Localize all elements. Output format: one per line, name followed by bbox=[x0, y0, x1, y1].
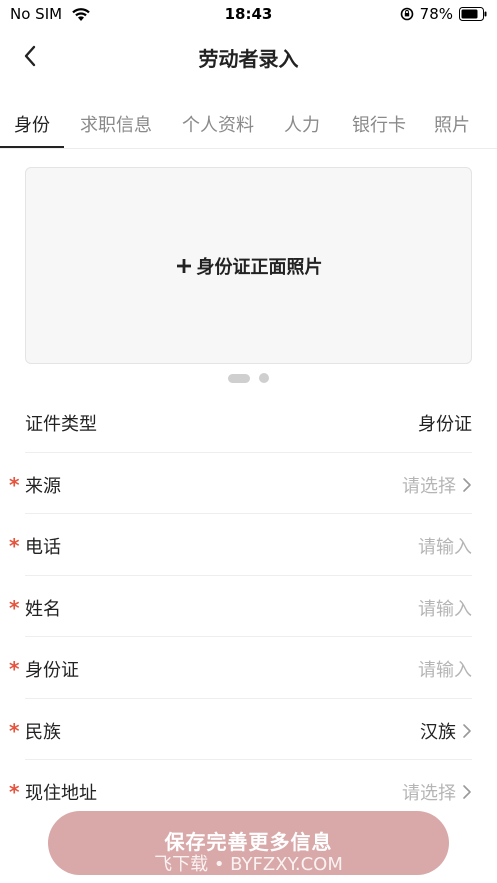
tab-label: 身份 bbox=[14, 115, 50, 136]
identity-form: 证件类型 身份证 * 来源 请选择 * 电话 请输入 * 姓名 请输入 * 身份… bbox=[0, 391, 497, 822]
tab-manpower[interactable]: 人力 bbox=[268, 98, 336, 150]
row-label: 来源 bbox=[25, 475, 61, 497]
row-ethnicity[interactable]: * 民族 汉族 bbox=[0, 699, 497, 760]
battery-icon bbox=[459, 7, 487, 21]
tab-label: 照片 bbox=[434, 115, 470, 136]
tab-job-info[interactable]: 求职信息 bbox=[64, 98, 168, 150]
status-right: 78% bbox=[400, 5, 487, 23]
tab-bar: 身份 求职信息 个人资料 人力 银行卡 照片 bbox=[0, 98, 497, 150]
id-type-value: 身份证 bbox=[418, 414, 472, 435]
row-label: 电话 bbox=[25, 537, 61, 558]
select-placeholder: 请选择 bbox=[402, 475, 456, 497]
row-phone[interactable]: * 电话 请输入 bbox=[0, 514, 497, 576]
input-placeholder: 请输入 bbox=[418, 537, 472, 558]
required-mark: * bbox=[9, 595, 20, 620]
id-number-input[interactable]: 请输入 bbox=[418, 656, 472, 682]
battery-percent: 78% bbox=[419, 5, 453, 23]
screen: No SIM 18:43 78% 劳动者录入 身份 求职信息 个人资料 人力 银… bbox=[0, 0, 497, 883]
input-placeholder: 请输入 bbox=[418, 660, 472, 681]
select-placeholder: 请选择 bbox=[402, 783, 456, 804]
row-label: 现住地址 bbox=[25, 783, 97, 804]
row-id-type[interactable]: 证件类型 身份证 bbox=[0, 391, 497, 453]
tab-label: 银行卡 bbox=[352, 115, 406, 136]
plus-icon bbox=[176, 258, 191, 273]
tab-label: 人力 bbox=[284, 115, 320, 136]
source-select[interactable]: 请选择 bbox=[402, 472, 472, 498]
address-select[interactable]: 请选择 bbox=[402, 779, 472, 805]
nav-bar: 劳动者录入 bbox=[0, 30, 497, 82]
carousel-pager bbox=[0, 373, 497, 383]
row-value: 身份证 bbox=[418, 410, 472, 436]
ethnicity-select[interactable]: 汉族 bbox=[420, 718, 472, 744]
tab-identity[interactable]: 身份 bbox=[0, 98, 64, 150]
row-id-number[interactable]: * 身份证 请输入 bbox=[0, 637, 497, 699]
required-mark: * bbox=[9, 472, 20, 497]
id-front-photo-upload[interactable]: 身份证正面照片 bbox=[25, 167, 472, 364]
row-label: 身份证 bbox=[25, 660, 79, 681]
tab-label: 个人资料 bbox=[182, 115, 254, 136]
required-mark: * bbox=[9, 718, 20, 743]
row-label: 姓名 bbox=[25, 598, 61, 620]
name-input[interactable]: 请输入 bbox=[418, 595, 472, 621]
chevron-right-icon bbox=[463, 477, 471, 492]
watermark: 飞下载 • BYFZXY.COM bbox=[154, 854, 343, 875]
tab-bank-card[interactable]: 银行卡 bbox=[336, 98, 422, 150]
chevron-right-icon bbox=[463, 723, 471, 738]
rotation-lock-icon bbox=[400, 7, 413, 21]
chevron-right-icon bbox=[463, 785, 471, 799]
photo-upload-label: 身份证正面照片 bbox=[175, 253, 323, 279]
tab-photos[interactable]: 照片 bbox=[422, 98, 482, 150]
row-source[interactable]: * 来源 请选择 bbox=[0, 453, 497, 514]
pager-dot-active[interactable] bbox=[228, 373, 250, 383]
required-mark: * bbox=[9, 780, 20, 804]
row-label: 证件类型 bbox=[25, 414, 97, 435]
tab-label: 求职信息 bbox=[80, 115, 152, 136]
photo-upload-text: 身份证正面照片 bbox=[196, 256, 323, 278]
row-name[interactable]: * 姓名 请输入 bbox=[0, 576, 497, 637]
status-bar: No SIM 18:43 78% bbox=[0, 0, 497, 30]
page-title: 劳动者录入 bbox=[198, 47, 299, 71]
pager-dot[interactable] bbox=[259, 373, 269, 383]
input-placeholder: 请输入 bbox=[418, 598, 472, 620]
tabs-divider bbox=[0, 148, 497, 149]
row-label: 民族 bbox=[25, 721, 61, 743]
required-mark: * bbox=[9, 534, 20, 558]
tab-personal-info[interactable]: 个人资料 bbox=[168, 98, 268, 150]
phone-input[interactable]: 请输入 bbox=[418, 533, 472, 559]
required-mark: * bbox=[9, 657, 20, 681]
select-value: 汉族 bbox=[420, 721, 456, 743]
